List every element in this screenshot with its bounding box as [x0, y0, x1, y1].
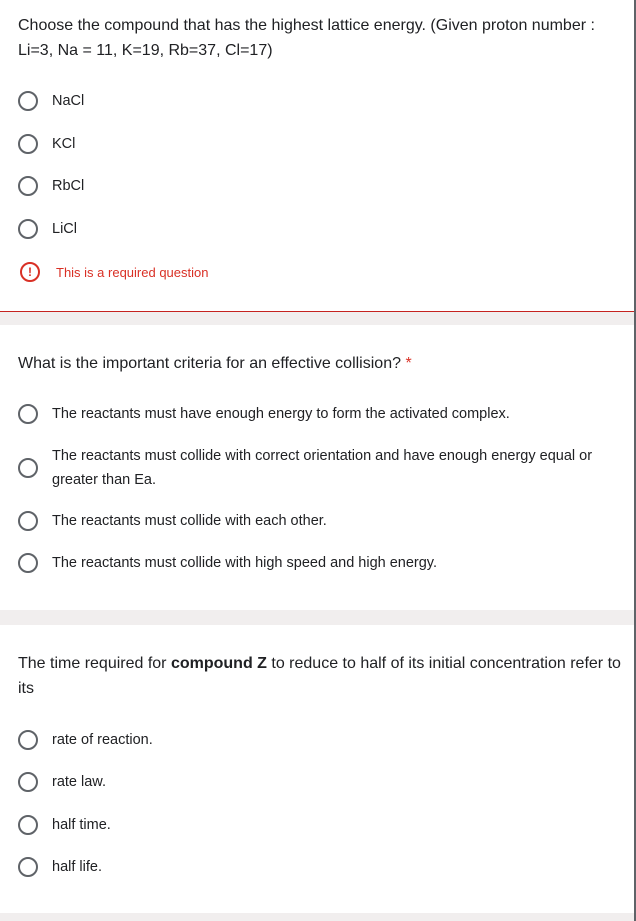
radio-button[interactable]	[18, 857, 38, 877]
option-label: The reactants must collide with each oth…	[52, 513, 327, 529]
question-card-1: Choose the compound that has the highest…	[0, 0, 634, 311]
option-enough-energy[interactable]: The reactants must have enough energy to…	[18, 402, 634, 426]
option-label: rate law.	[52, 774, 106, 790]
required-asterisk: *	[405, 355, 412, 372]
section-gap	[0, 610, 634, 625]
option-collide-each-other[interactable]: The reactants must collide with each oth…	[18, 509, 634, 533]
option-label: half life.	[52, 859, 102, 875]
error-text: This is a required question	[56, 264, 209, 280]
option-high-speed[interactable]: The reactants must collide with high spe…	[18, 551, 634, 575]
option-label: The reactants must collide with correct …	[52, 448, 593, 488]
option-rbcl[interactable]: RbCl	[18, 174, 634, 198]
option-label: RbCl	[52, 178, 85, 194]
radio-button[interactable]	[18, 91, 38, 111]
section-gap	[0, 913, 634, 921]
question-text: What is the important criteria for an ef…	[18, 355, 401, 372]
option-half-life[interactable]: half life.	[18, 855, 634, 879]
radio-button[interactable]	[18, 176, 38, 196]
required-error: ! This is a required question	[20, 262, 208, 282]
radio-button[interactable]	[18, 815, 38, 835]
option-label: LiCl	[52, 221, 77, 237]
option-kcl[interactable]: KCl	[18, 132, 634, 156]
radio-button[interactable]	[18, 553, 38, 573]
option-label: rate of reaction.	[52, 732, 153, 748]
radio-button[interactable]	[18, 458, 38, 478]
option-label: NaCl	[52, 93, 85, 109]
option-half-time[interactable]: half time.	[18, 813, 634, 837]
option-licl[interactable]: LiCl	[18, 217, 634, 241]
radio-button[interactable]	[18, 730, 38, 750]
option-nacl[interactable]: NaCl	[18, 89, 634, 113]
question-text-pre: The time required for	[18, 655, 171, 672]
question-title: Choose the compound that has the highest…	[18, 17, 595, 59]
option-label: The reactants must collide with high spe…	[52, 555, 438, 571]
option-rate-of-reaction[interactable]: rate of reaction.	[18, 728, 634, 752]
option-label: KCl	[52, 136, 76, 152]
question-title: What is the important criteria for an ef…	[18, 351, 630, 376]
radio-button[interactable]	[18, 511, 38, 531]
question-card-3: The time required for compound Z to redu…	[0, 625, 634, 913]
question-card-2: What is the important criteria for an ef…	[0, 325, 634, 610]
section-gap	[0, 312, 634, 325]
error-icon: !	[20, 262, 40, 282]
question-text-bold: compound Z	[170, 655, 267, 672]
radio-button[interactable]	[18, 404, 38, 424]
radio-button[interactable]	[18, 134, 38, 154]
option-correct-orientation[interactable]: The reactants must collide with correct …	[18, 444, 634, 492]
option-rate-law[interactable]: rate law.	[18, 770, 634, 794]
radio-button[interactable]	[18, 219, 38, 239]
option-label: The reactants must have enough energy to…	[52, 406, 510, 422]
question-title: The time required for compound Z to redu…	[18, 651, 630, 701]
radio-button[interactable]	[18, 772, 38, 792]
option-label: half time.	[52, 817, 111, 833]
